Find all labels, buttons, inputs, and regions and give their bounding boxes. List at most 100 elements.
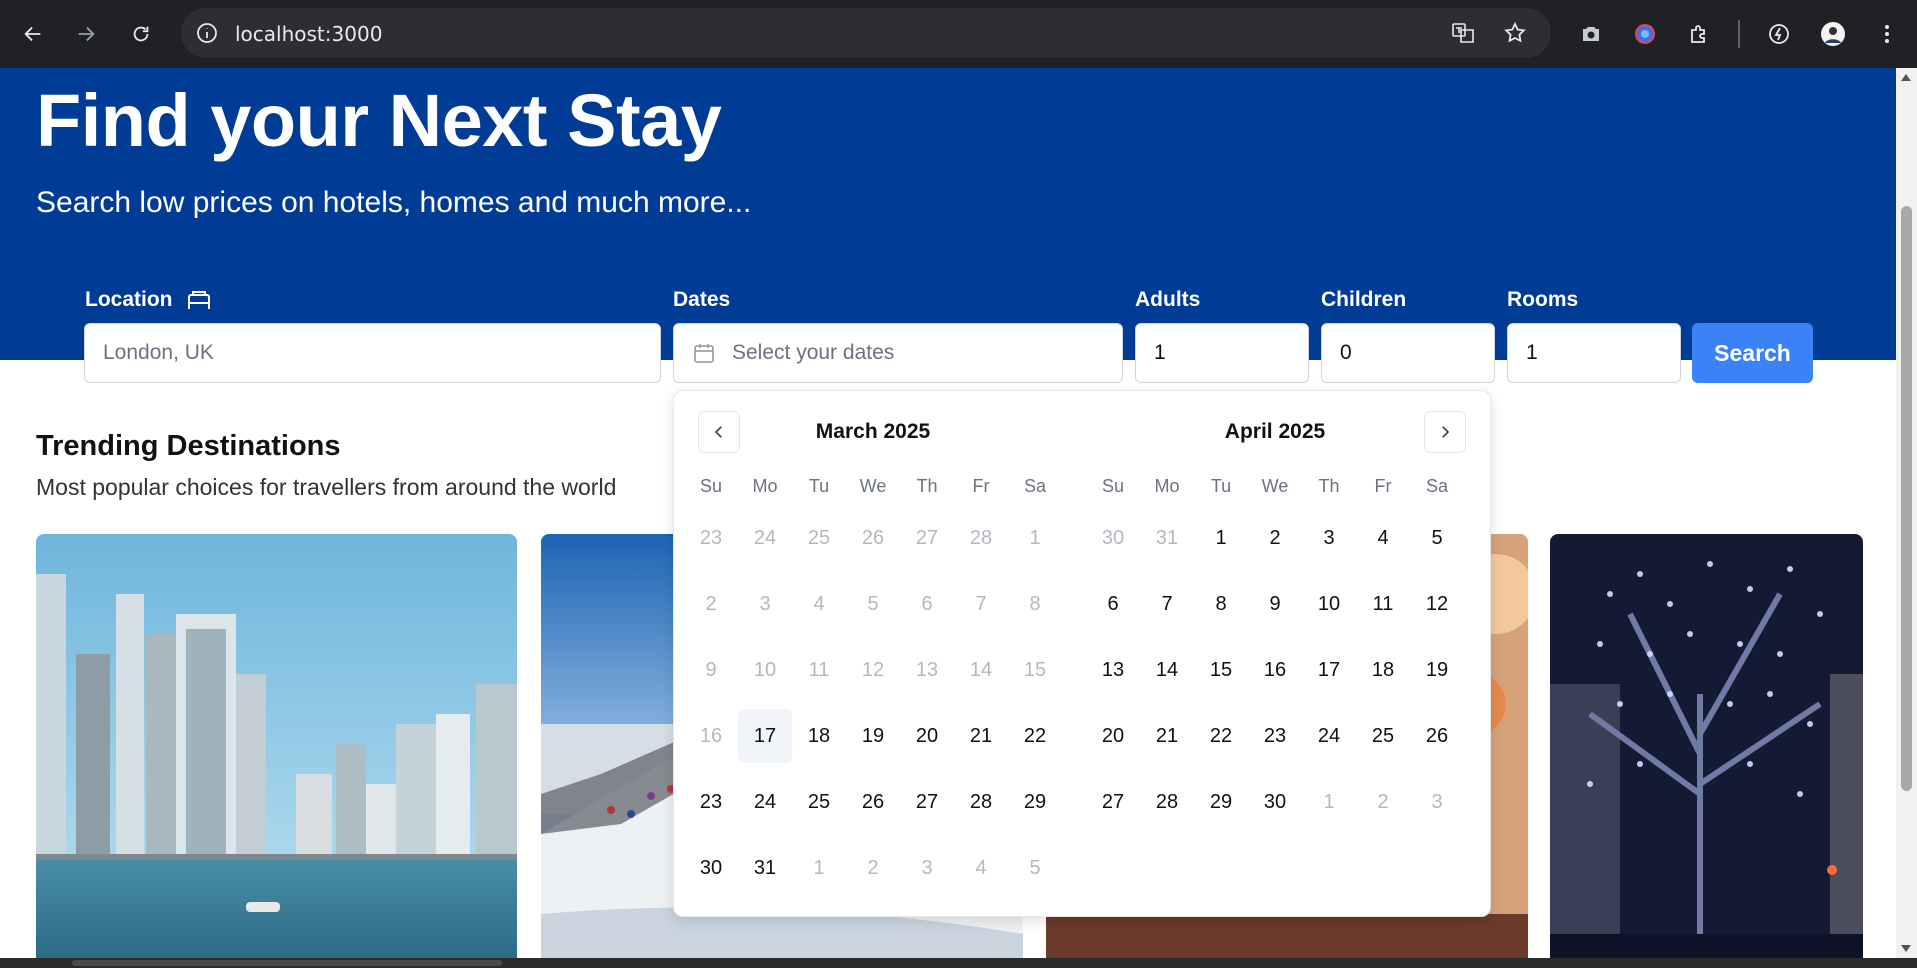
- horizontal-scrollbar[interactable]: [0, 958, 1917, 968]
- calendar-day[interactable]: 26: [1410, 709, 1464, 763]
- forward-icon[interactable]: [69, 17, 103, 51]
- calendar-day[interactable]: 28: [1140, 775, 1194, 829]
- calendar-day[interactable]: 19: [1410, 643, 1464, 697]
- calendar-day[interactable]: 29: [1008, 775, 1062, 829]
- calendar-day[interactable]: 1: [1194, 511, 1248, 565]
- calendar-day[interactable]: 25: [792, 775, 846, 829]
- extension-color-icon[interactable]: [1628, 17, 1662, 51]
- calendar-day[interactable]: 12: [1410, 577, 1464, 631]
- weekday-header: Tu: [808, 476, 830, 496]
- calendar-day-outside: 25: [807, 527, 831, 549]
- location-label: Location: [85, 288, 211, 312]
- calendar-day[interactable]: 21: [954, 709, 1008, 763]
- address-bar[interactable]: localhost:3000: [181, 8, 1551, 58]
- calendar-day-outside: 10: [753, 659, 777, 681]
- calendar-day[interactable]: 27: [900, 775, 954, 829]
- reload-icon[interactable]: [124, 17, 158, 51]
- calendar-day[interactable]: 23: [684, 775, 738, 829]
- location-input[interactable]: [103, 341, 660, 365]
- calendar-day-outside: 11: [808, 659, 830, 681]
- rooms-field[interactable]: 1: [1507, 323, 1681, 383]
- calendar-day[interactable]: 9: [1248, 577, 1302, 631]
- calendar-day[interactable]: 17: [1302, 643, 1356, 697]
- weekday-header: We: [1261, 476, 1289, 496]
- calendar-day[interactable]: 30: [684, 841, 738, 895]
- bookmark-star-icon[interactable]: [1503, 21, 1527, 45]
- bed-icon: [187, 289, 211, 311]
- calendar-day[interactable]: 23: [1248, 709, 1302, 763]
- calendar-day[interactable]: 27: [1086, 775, 1140, 829]
- calendar-day[interactable]: 28: [954, 775, 1008, 829]
- calendar-day[interactable]: 8: [1194, 577, 1248, 631]
- search-button[interactable]: Search: [1692, 323, 1813, 383]
- calendar-day[interactable]: 18: [792, 709, 846, 763]
- site-info-icon[interactable]: [195, 21, 219, 45]
- calendar-day[interactable]: 15: [1194, 643, 1248, 697]
- more-menu-icon[interactable]: [1870, 17, 1904, 51]
- calendar-day[interactable]: 2: [1248, 511, 1302, 565]
- next-month-button[interactable]: [1424, 411, 1466, 453]
- calendar-day[interactable]: 31: [738, 841, 792, 895]
- horizontal-scrollbar-thumb[interactable]: [72, 960, 502, 966]
- url-text[interactable]: localhost:3000: [235, 22, 382, 46]
- calendar-day[interactable]: 6: [1086, 577, 1140, 631]
- calendar-day-outside: 5: [867, 593, 879, 615]
- calendar-day[interactable]: 16: [1248, 643, 1302, 697]
- calendar-day[interactable]: 13: [1086, 643, 1140, 697]
- location-label-text: Location: [85, 288, 173, 311]
- calendar-day[interactable]: 29: [1194, 775, 1248, 829]
- back-icon[interactable]: [16, 17, 50, 51]
- profile-avatar[interactable]: [1816, 17, 1850, 51]
- weekday-header: Su: [1101, 476, 1125, 496]
- calendar-day[interactable]: 17: [738, 709, 792, 763]
- vertical-scrollbar[interactable]: [1896, 68, 1917, 958]
- children-value[interactable]: 0: [1340, 341, 1352, 365]
- calendar-day[interactable]: 20: [900, 709, 954, 763]
- chevron-right-icon: [1442, 426, 1450, 438]
- calendar-icon: [692, 341, 716, 365]
- calendar-day-outside: 3: [1431, 791, 1443, 813]
- calendar-day[interactable]: 7: [1140, 577, 1194, 631]
- rooms-value[interactable]: 1: [1526, 341, 1538, 365]
- screenshot-icon[interactable]: [1574, 17, 1608, 51]
- calendar-day-outside: 27: [915, 527, 939, 549]
- destination-card-4[interactable]: [1550, 534, 1863, 958]
- calendar-day[interactable]: 10: [1302, 577, 1356, 631]
- adults-value[interactable]: 1: [1154, 341, 1166, 365]
- adults-field[interactable]: 1: [1135, 323, 1309, 383]
- scroll-down-icon[interactable]: [1901, 945, 1911, 952]
- calendar-day[interactable]: 21: [1140, 709, 1194, 763]
- calendar-day[interactable]: 11: [1356, 577, 1410, 631]
- calendar-day[interactable]: 5: [1410, 511, 1464, 565]
- location-field[interactable]: [84, 323, 661, 383]
- scroll-up-icon[interactable]: [1901, 74, 1911, 81]
- month-title: March 2025: [815, 420, 931, 443]
- calendar-day[interactable]: 4: [1356, 511, 1410, 565]
- dates-field[interactable]: Select your dates: [673, 323, 1123, 383]
- calendar-day[interactable]: 3: [1302, 511, 1356, 565]
- scrollbar-thumb[interactable]: [1901, 206, 1912, 791]
- calendar-day[interactable]: 20: [1086, 709, 1140, 763]
- calendar-day-outside: 7: [975, 593, 987, 615]
- extensions-puzzle-icon[interactable]: [1682, 17, 1716, 51]
- children-field[interactable]: 0: [1321, 323, 1495, 383]
- calendar-day[interactable]: 24: [738, 775, 792, 829]
- previous-month-button[interactable]: [698, 411, 740, 453]
- translate-icon[interactable]: [1451, 21, 1475, 45]
- dates-placeholder: Select your dates: [732, 341, 895, 364]
- destination-card-1[interactable]: [36, 534, 517, 958]
- calendar-day-outside: 9: [705, 659, 717, 681]
- calendar-day-outside: 24: [753, 527, 777, 549]
- weekday-header: We: [859, 476, 887, 496]
- calendar-day[interactable]: 19: [846, 709, 900, 763]
- performance-icon[interactable]: [1762, 17, 1796, 51]
- calendar-day[interactable]: 18: [1356, 643, 1410, 697]
- hero-title: Find your Next Stay: [36, 79, 722, 162]
- calendar-day[interactable]: 24: [1302, 709, 1356, 763]
- calendar-day[interactable]: 14: [1140, 643, 1194, 697]
- calendar-day[interactable]: 26: [846, 775, 900, 829]
- calendar-day[interactable]: 25: [1356, 709, 1410, 763]
- calendar-day[interactable]: 30: [1248, 775, 1302, 829]
- calendar-day[interactable]: 22: [1008, 709, 1062, 763]
- calendar-day[interactable]: 22: [1194, 709, 1248, 763]
